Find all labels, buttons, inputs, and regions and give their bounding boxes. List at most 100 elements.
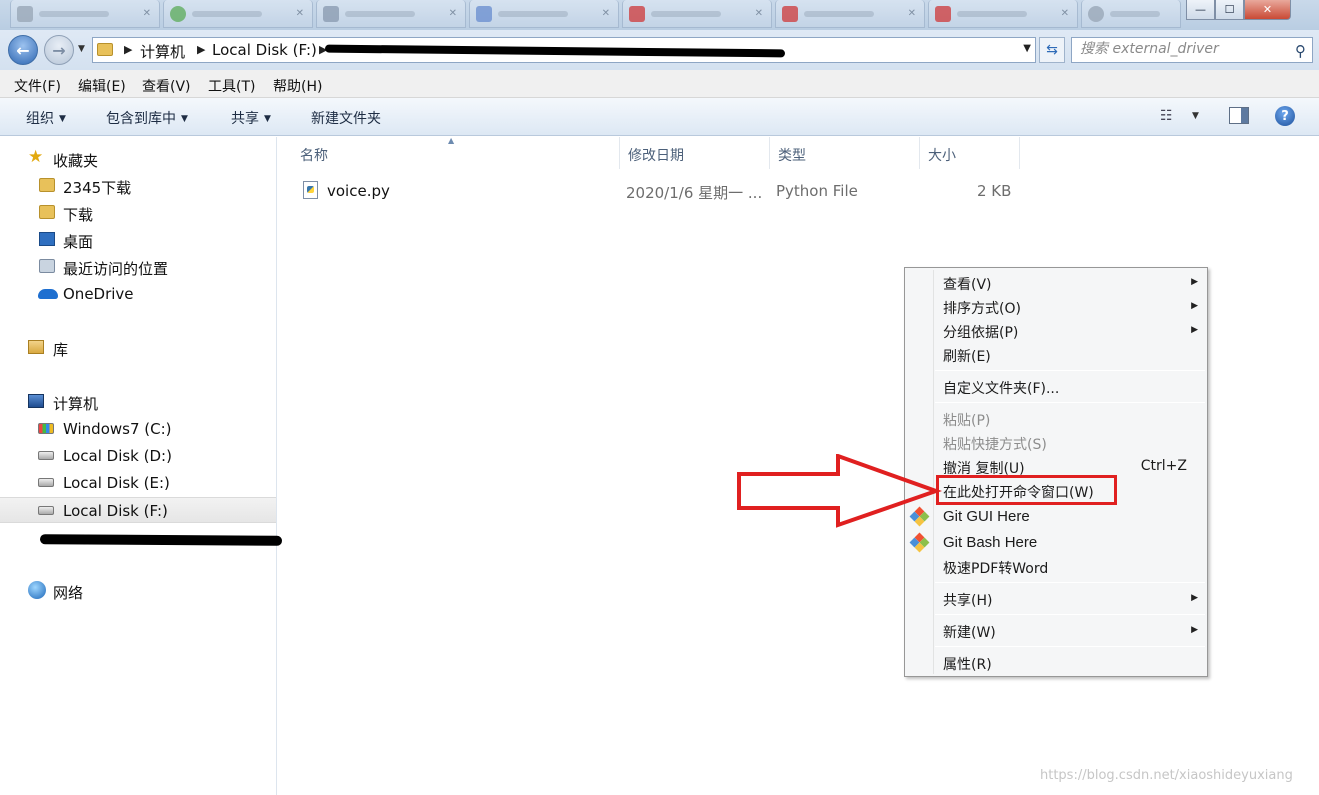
browser-tab[interactable]: ✕ [622, 0, 772, 28]
menu-edit[interactable]: 编辑(E) [78, 76, 126, 96]
nav-label: OneDrive [63, 285, 134, 303]
submenu-arrow-icon: ▶ [1191, 301, 1198, 311]
drive-icon [38, 506, 54, 515]
menu-file[interactable]: 文件(F) [14, 76, 61, 96]
nav-drive-f[interactable]: Local Disk (F:) [0, 497, 276, 523]
menu-item-sort-by[interactable]: 排序方式(O) ▶ [905, 295, 1207, 319]
menu-item-pdf-to-word[interactable]: 极速PDF转Word [905, 555, 1207, 579]
search-icon[interactable]: ⚲ [1295, 42, 1306, 60]
redaction-mark [39, 534, 283, 546]
breadcrumb-separator-icon[interactable]: ▶ [197, 43, 205, 56]
nav-item-downloads[interactable]: 下载 [0, 200, 276, 226]
column-header-row: 名称 修改日期 类型 大小 [278, 137, 1319, 169]
nav-item-recent-places[interactable]: 最近访问的位置 [0, 254, 276, 280]
browser-tab[interactable]: ✕ [163, 0, 313, 28]
menu-item-git-bash[interactable]: Git Bash Here [905, 530, 1207, 556]
share-button[interactable]: 共享 ▼ [231, 108, 271, 128]
maximize-button[interactable]: ☐ [1215, 0, 1244, 20]
nav-libraries[interactable]: 库 [0, 335, 276, 361]
nav-drive-d[interactable]: Local Disk (D:) [0, 443, 276, 469]
menu-item-paste[interactable]: 粘贴(P) [905, 407, 1207, 431]
forward-button[interactable]: → [44, 35, 74, 65]
nav-favorites[interactable]: ★ 收藏夹 [0, 146, 276, 172]
watermark: https://blog.csdn.net/xiaoshideyuxiang [1040, 768, 1293, 783]
menu-help[interactable]: 帮助(H) [273, 76, 322, 96]
nav-label: Windows7 (C:) [63, 420, 172, 438]
address-dropdown-icon[interactable]: ▼ [1023, 43, 1031, 54]
nav-item-2345-download[interactable]: 2345下载 [0, 173, 276, 199]
chevron-down-icon: ▼ [181, 114, 188, 124]
organize-button[interactable]: 组织 ▼ [26, 108, 66, 128]
nav-drive-c[interactable]: Windows7 (C:) [0, 416, 276, 442]
share-label: 共享 [231, 111, 259, 127]
menu-tools[interactable]: 工具(T) [208, 76, 255, 96]
column-label: 类型 [778, 148, 806, 164]
menu-item-label: 分组依据(P) [943, 325, 1019, 341]
column-size[interactable]: 大小 [920, 137, 1020, 169]
nav-item-onedrive[interactable]: OneDrive [0, 281, 276, 307]
git-icon [909, 532, 930, 553]
menu-item-properties[interactable]: 属性(R) [905, 651, 1207, 675]
menu-item-label: 刷新(E) [943, 349, 991, 365]
minimize-button[interactable]: — [1186, 0, 1215, 20]
include-in-library-button[interactable]: 包含到库中 ▼ [106, 108, 188, 128]
browser-tab[interactable]: ✕ [775, 0, 925, 28]
refresh-button[interactable]: ⇆ [1039, 37, 1065, 63]
preview-pane-icon[interactable] [1229, 107, 1249, 124]
cloud-icon [38, 289, 58, 299]
nav-label: 计算机 [53, 395, 99, 413]
nav-computer[interactable]: 计算机 [0, 389, 276, 415]
nav-network[interactable]: 网络 [0, 578, 276, 604]
view-options-icon[interactable]: ☷ [1160, 108, 1173, 124]
back-button[interactable]: ← [8, 35, 38, 65]
menu-item-label: 粘贴(P) [943, 413, 991, 429]
submenu-arrow-icon: ▶ [1191, 625, 1198, 635]
column-type[interactable]: 类型 [770, 137, 920, 169]
menu-item-customize-folder[interactable]: 自定义文件夹(F)... [905, 375, 1207, 399]
file-row[interactable]: voice.py 2020/1/6 星期一 ... Python File 2 … [295, 176, 1025, 206]
search-input[interactable] [1080, 41, 1285, 57]
history-dropdown-icon[interactable]: ▼ [78, 44, 85, 54]
address-bar-row: ← → ▼ ▶ 计算机 ▶ Local Disk (F:) ▶ ▼ ⇆ ⚲ [0, 30, 1319, 70]
column-name[interactable]: 名称 [292, 137, 620, 169]
browser-tab[interactable]: ✕ [928, 0, 1078, 28]
include-in-library-label: 包含到库中 [106, 111, 176, 127]
menu-item-view[interactable]: 查看(V) ▶ [905, 271, 1207, 295]
menu-item-group-by[interactable]: 分组依据(P) ▶ [905, 319, 1207, 343]
menu-item-label: 粘贴快捷方式(S) [943, 437, 1047, 453]
column-label: 大小 [928, 148, 956, 164]
nav-label: 2345下载 [63, 179, 132, 197]
folder-icon [39, 205, 55, 219]
new-folder-button[interactable]: 新建文件夹 [311, 108, 381, 128]
help-icon[interactable]: ? [1275, 106, 1295, 126]
column-date-modified[interactable]: 修改日期 [620, 137, 770, 169]
address-box[interactable]: ▶ 计算机 ▶ Local Disk (F:) ▶ ▼ [92, 37, 1036, 63]
browser-tab[interactable]: ✕ [10, 0, 160, 28]
menu-item-git-gui[interactable]: Git GUI Here [905, 504, 1207, 530]
menu-item-new[interactable]: 新建(W) ▶ [905, 619, 1207, 643]
folder-icon [97, 43, 113, 56]
breadcrumb-separator-icon[interactable]: ▶ [124, 43, 132, 56]
network-icon [28, 581, 46, 599]
menu-item-label: 极速PDF转Word [943, 561, 1049, 577]
menu-item-share[interactable]: 共享(H) ▶ [905, 587, 1207, 611]
browser-tab[interactable] [1081, 0, 1181, 28]
breadcrumb-local-disk-f[interactable]: Local Disk (F:) [212, 41, 317, 59]
drive-icon [38, 451, 54, 460]
file-date: 2020/1/6 星期一 ... [626, 184, 763, 202]
nav-label: Local Disk (F:) [63, 502, 168, 520]
menu-item-paste-shortcut[interactable]: 粘贴快捷方式(S) [905, 431, 1207, 455]
menu-view[interactable]: 查看(V) [142, 76, 191, 96]
browser-tab[interactable]: ✕ [469, 0, 619, 28]
nav-label: 最近访问的位置 [63, 260, 169, 278]
nav-item-desktop[interactable]: 桌面 [0, 227, 276, 253]
nav-drive-e[interactable]: Local Disk (E:) [0, 470, 276, 496]
shortcut-label: Ctrl+Z [1140, 458, 1187, 474]
sort-ascending-icon: ▲ [448, 136, 455, 145]
breadcrumb-computer[interactable]: 计算机 [140, 41, 185, 62]
browser-tab[interactable]: ✕ [316, 0, 466, 28]
close-button[interactable]: ✕ [1244, 0, 1291, 20]
file-name: voice.py [327, 182, 390, 200]
chevron-down-icon[interactable]: ▼ [1192, 111, 1199, 121]
menu-item-refresh[interactable]: 刷新(E) [905, 343, 1207, 367]
